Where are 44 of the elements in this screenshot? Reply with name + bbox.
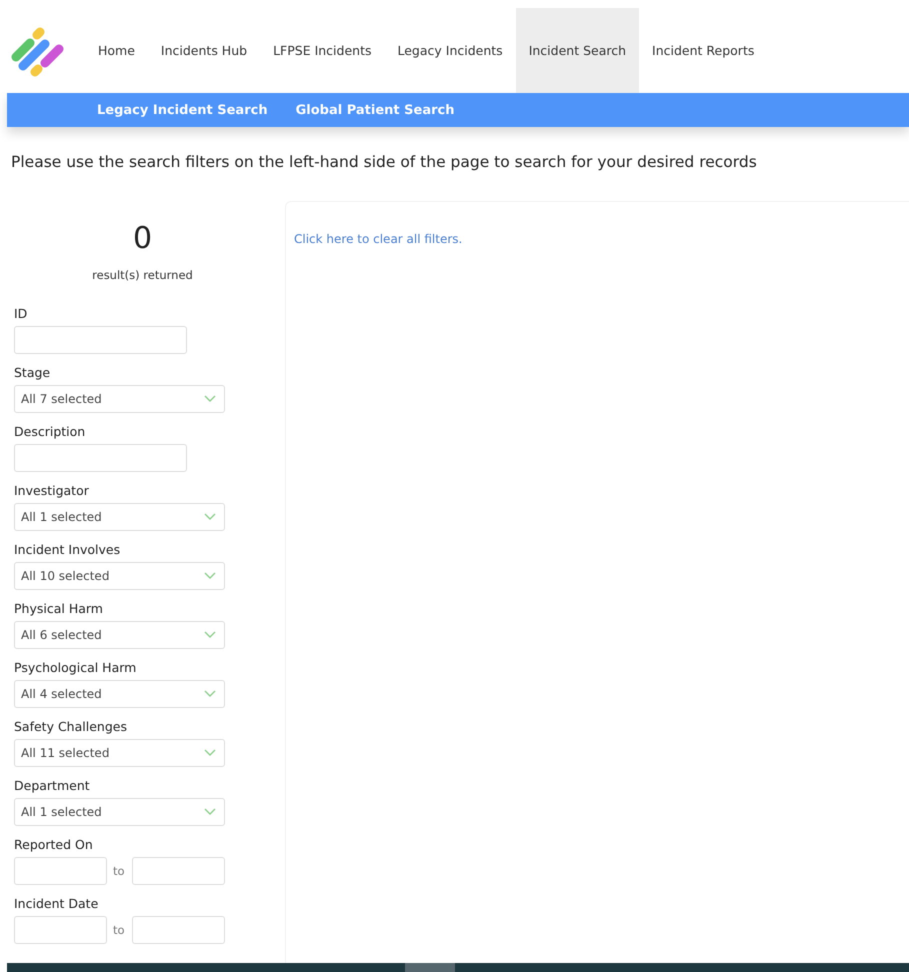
nav-tab[interactable]: Legacy Incidents bbox=[384, 8, 516, 93]
dropdown[interactable]: All 4 selected bbox=[14, 680, 225, 708]
date-field[interactable] bbox=[132, 857, 225, 885]
chevron-down-icon bbox=[204, 513, 216, 521]
field-label: Incident Date bbox=[14, 896, 100, 911]
result-label: result(s) returned bbox=[91, 268, 194, 282]
field-label: Reported On bbox=[14, 837, 94, 852]
range-separator: to bbox=[113, 923, 125, 937]
chevron-down-icon bbox=[204, 631, 216, 639]
result-count: 0 bbox=[132, 221, 154, 256]
nav-tab[interactable]: LFPSE Incidents bbox=[260, 8, 384, 93]
date-field[interactable] bbox=[14, 857, 107, 885]
field-label: Stage bbox=[14, 365, 52, 380]
scroll-thumb[interactable] bbox=[405, 963, 455, 972]
date-field[interactable] bbox=[14, 916, 107, 944]
field-label: Department bbox=[14, 778, 91, 793]
field-label: Physical Harm bbox=[14, 601, 104, 616]
range-separator: to bbox=[113, 864, 125, 878]
chevron-down-icon bbox=[204, 572, 216, 580]
dropdown[interactable]: All 7 selected bbox=[14, 385, 225, 413]
chevron-down-icon bbox=[204, 808, 216, 816]
nav-tab[interactable]: Home bbox=[85, 8, 148, 93]
nav-tab[interactable]: Incidents Hub bbox=[148, 8, 260, 93]
input-field[interactable] bbox=[14, 326, 187, 354]
dropdown[interactable]: All 1 selected bbox=[14, 798, 225, 826]
dropdown[interactable]: All 1 selected bbox=[14, 503, 225, 531]
field-label: Description bbox=[14, 424, 86, 439]
field-label: Incident Involves bbox=[14, 542, 122, 557]
field-label: Investigator bbox=[14, 483, 90, 498]
nav-tab[interactable]: Incident Search bbox=[516, 8, 640, 93]
dropdown[interactable]: All 11 selected bbox=[14, 739, 225, 767]
field-label: Safety Challenges bbox=[14, 719, 128, 734]
dropdown[interactable]: All 6 selected bbox=[14, 621, 225, 649]
nav-tab[interactable]: Incident Reports bbox=[639, 8, 768, 93]
input-field[interactable] bbox=[14, 444, 187, 472]
field-label: Psychological Harm bbox=[14, 660, 138, 675]
chevron-down-icon bbox=[204, 395, 216, 403]
instructions-text: Please use the search filters on the left-hand side of the page to search for your desired records bbox=[11, 153, 758, 171]
dropdown[interactable]: All 10 selected bbox=[14, 562, 225, 590]
clear-filters-link[interactable]: Click here to clear all filters. bbox=[294, 232, 462, 246]
chevron-down-icon bbox=[204, 690, 216, 698]
field-label: ID bbox=[14, 306, 28, 321]
chevron-down-icon bbox=[204, 749, 216, 757]
date-field[interactable] bbox=[132, 916, 225, 944]
